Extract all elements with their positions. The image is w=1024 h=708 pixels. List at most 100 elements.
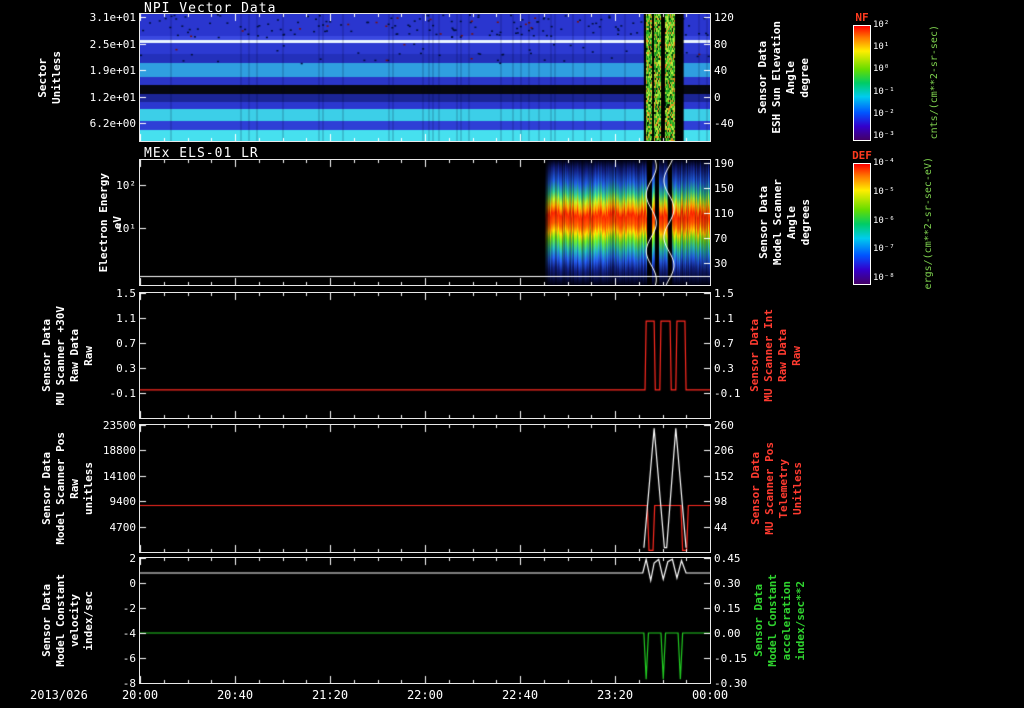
panel-3-right-axis-label-line: Sensor Data [747, 319, 761, 392]
tick-label: 44 [714, 520, 728, 534]
panel-5-plot-area [139, 557, 711, 684]
colorbar-def-unit-label: ergs/(cm**2-sr-sec-eV) [922, 156, 934, 290]
panel-2-right-axis-label-line: Angle [784, 205, 798, 240]
colorbar-nf-tick-label: 10² [873, 20, 890, 30]
panel-2-right-axis-label-line: degrees [798, 199, 812, 246]
colorbar-nf [853, 25, 871, 141]
tick-label: 6.2e+00 [89, 117, 136, 131]
panel-4-y-axis-label-line: Sensor Data [39, 452, 53, 525]
panel-3-plot-area [139, 292, 711, 419]
tick-label: 2.5e+01 [89, 37, 136, 51]
tick-label: 1.2e+01 [89, 90, 136, 104]
panel-4-right-axis-label-line: Telemetry [776, 458, 790, 519]
colorbar-nf-unit: cnts/(cm**2-sr-sec) [926, 25, 942, 139]
panel-5-right-axis-label-line: acceleration [779, 580, 793, 661]
colorbar-def-unit: ergs/(cm**2-sr-sec-eV) [920, 157, 936, 289]
colorbar-nf-tick-label: 10⁻³ [873, 130, 895, 141]
x-tick-label: 21:20 [311, 688, 349, 702]
tick-label: 10² [116, 179, 136, 192]
tick-label: 0.7 [116, 337, 136, 350]
colorbar-nf-tick-label: 10⁻² [873, 108, 895, 119]
panel-1-right-axis-label-line: Angle [783, 60, 797, 95]
tick-label: -4 [122, 627, 136, 640]
panel-4-right-axis-label-line: MU Scanner Pos [762, 442, 776, 535]
date-label: 2013/026 [30, 688, 88, 702]
panel-2-plot-area [139, 159, 711, 286]
tick-label: 1.9e+01 [89, 63, 136, 77]
x-tick-label: 22:40 [501, 688, 539, 702]
tick-label: 1.5 [714, 287, 734, 300]
tick-label: 4700 [109, 520, 137, 534]
tick-label: 18800 [102, 444, 136, 458]
tick-label: 0.45 [714, 552, 741, 565]
tick-label: 260 [714, 419, 734, 432]
colorbar-nf-unit-label: cnts/(cm**2-sr-sec) [928, 24, 940, 140]
tick-label: -0.1 [714, 387, 741, 400]
colorbar-def [853, 163, 871, 285]
tick-label: 1.1 [116, 312, 136, 325]
x-tick-label: 23:20 [596, 688, 634, 702]
panel-1-right-axis-label-line: degree [797, 57, 811, 98]
panel-4-plot-area [139, 424, 711, 553]
panel-3-y-axis-label-line: Sensor Data [39, 319, 53, 392]
tick-label: 0.7 [714, 337, 734, 350]
tick-label: 2 [129, 552, 136, 565]
tick-label: 0.3 [116, 362, 136, 375]
panel-4-right-axis-label-line: Sensor Data [748, 452, 762, 525]
tick-label: 3.1e+01 [89, 10, 136, 24]
tick-label: 152 [714, 469, 734, 483]
panel-2-right-axis-label: Sensor Data Model Scanner Angle degrees [754, 160, 814, 285]
colorbar-def-tick-label: 10⁻⁸ [873, 273, 895, 284]
tick-label: -40 [714, 117, 734, 131]
panel-5-canvas [140, 558, 710, 683]
tick-label: 40 [714, 63, 728, 77]
panel-5-right-axis-label-line: Model Constant [765, 574, 779, 667]
x-tick-label: 20:00 [121, 688, 159, 702]
x-tick-label: 22:00 [406, 688, 444, 702]
colorbar-nf-tick-label: 10¹ [873, 42, 890, 53]
tick-label: -0.1 [109, 387, 137, 400]
tick-label: 9400 [109, 495, 137, 509]
panel-2-right-axis-label-line: Sensor Data [756, 186, 770, 259]
tick-label: 1.1 [714, 312, 734, 325]
tick-label: -6 [122, 652, 136, 665]
tick-label: 110 [714, 206, 734, 220]
panel-4-right-axis-label-line: Unitless [790, 462, 804, 515]
colorbar-def-tick-label: 10⁻⁷ [873, 244, 895, 255]
panel-5-y-axis-label-line: Sensor Data [39, 584, 53, 657]
spectrogram-dashboard: NPI Vector Data MEx ELS-01 LR 2013/026 N… [0, 0, 1024, 708]
panel-3-canvas [140, 293, 710, 418]
panel-5-y-axis-label-line: index/sec [81, 590, 95, 651]
tick-label: 70 [714, 231, 728, 245]
tick-label: -0.15 [714, 652, 748, 665]
x-tick-label: 00:00 [691, 688, 729, 702]
tick-label: 190 [714, 156, 734, 170]
panel-3-right-axis-label-line: Raw [789, 345, 803, 366]
tick-label: 30 [714, 256, 728, 270]
tick-label: 206 [714, 444, 734, 458]
tick-label: 150 [714, 181, 734, 195]
tick-label: 0.00 [714, 627, 741, 640]
colorbar-def-tick-label: 10⁻⁵ [873, 186, 895, 197]
tick-label: 10¹ [116, 222, 136, 236]
panel-4-canvas [140, 425, 710, 552]
panel-2-canvas [140, 160, 710, 285]
tick-label: 23500 [102, 419, 136, 432]
tick-label: 0.3 [714, 362, 734, 375]
panel-5-right-axis-label-line: index/sec**2 [793, 580, 807, 661]
tick-label: 0.15 [714, 602, 741, 615]
tick-label: 14100 [102, 469, 136, 483]
tick-label: 0 [714, 90, 721, 104]
panel-2-right-axis-label-line: Model Scanner [770, 179, 784, 266]
tick-label: 0.30 [714, 577, 741, 590]
colorbar-nf-tick-label: 10⁻¹ [873, 86, 895, 97]
panel-3-right-axis-label-line: MU Scanner Int [761, 309, 775, 402]
tick-label: 1.5 [116, 287, 136, 300]
tick-label: 80 [714, 37, 728, 51]
colorbar-def-tick-label: 10⁻⁴ [873, 158, 895, 168]
colorbar-nf-tick-label: 10⁰ [873, 64, 890, 75]
tick-label: -2 [122, 602, 136, 615]
panel-3-right-axis-label-line: Raw Data [775, 329, 789, 382]
tick-label: 0 [129, 577, 136, 590]
tick-label: 98 [714, 495, 728, 509]
